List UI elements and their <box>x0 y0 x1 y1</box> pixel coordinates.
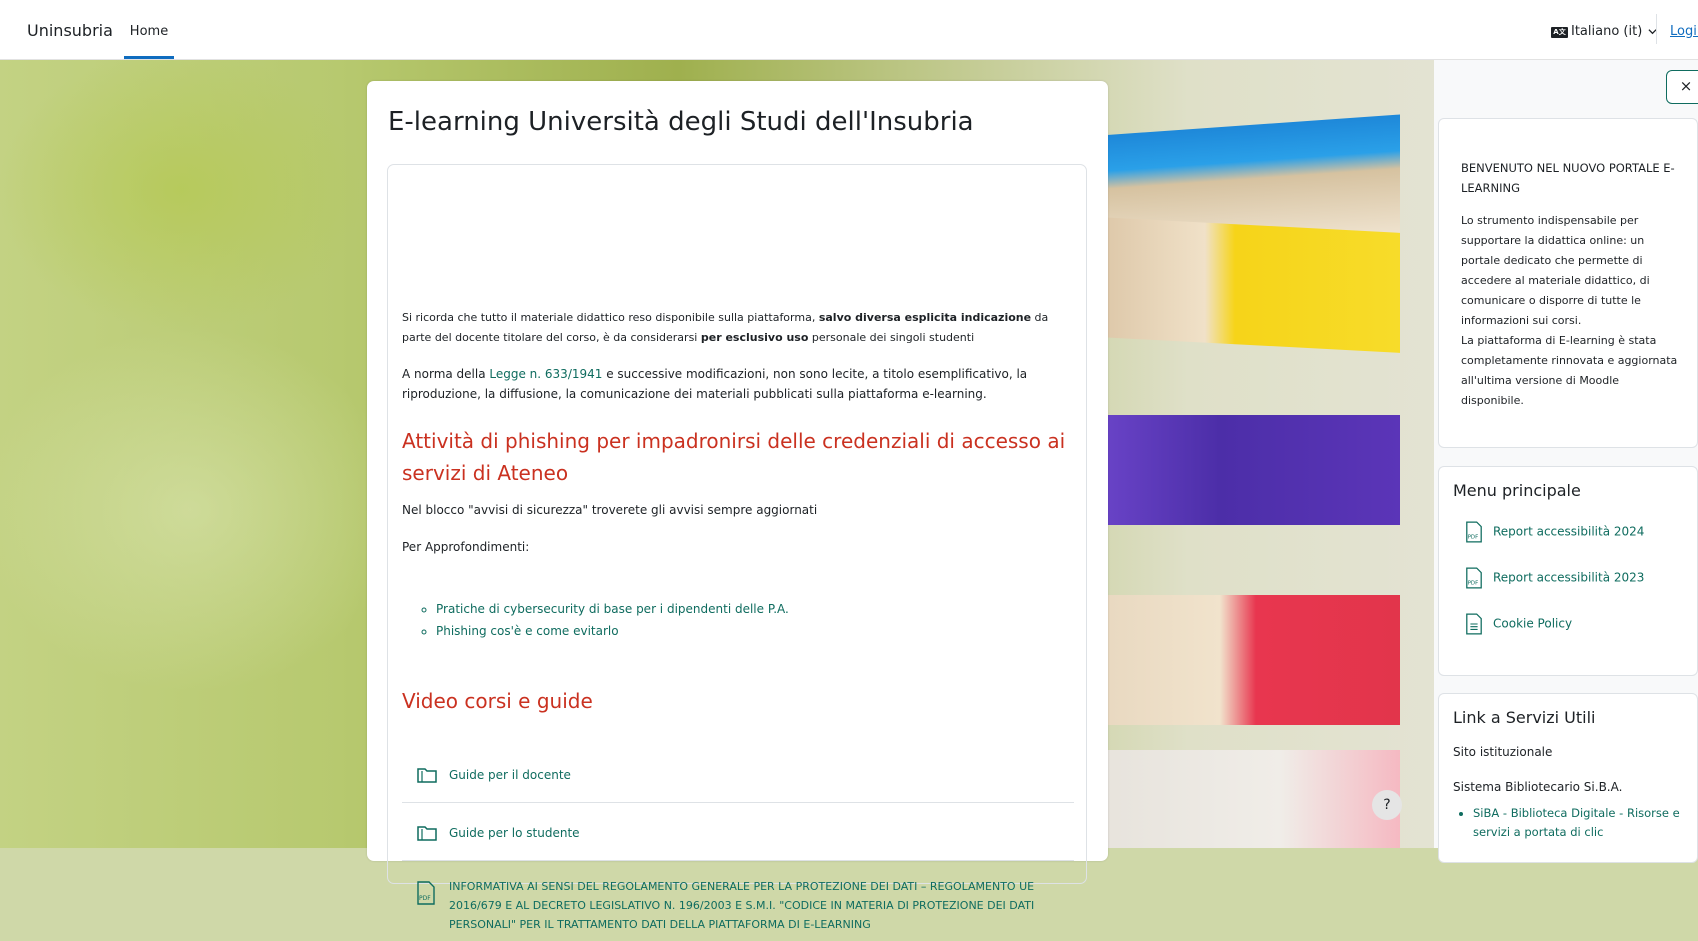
services-block: Link a Servizi Utili Sito istituzionale … <box>1438 693 1698 863</box>
pencil-decoration <box>1100 217 1400 353</box>
pencil-decoration <box>1100 595 1400 725</box>
activity-label: Guide per il docente <box>449 768 571 782</box>
site-brand[interactable]: Uninsubria <box>27 21 113 40</box>
svg-text:PDF: PDF <box>419 895 431 902</box>
activity-guide-docente[interactable]: Guide per il docente <box>402 745 1074 803</box>
language-icon: A文 <box>1551 27 1568 38</box>
main-menu-title: Menu principale <box>1453 481 1581 500</box>
menu-item-report-2024[interactable]: PDF Report accessibilità 2024 <box>1465 521 1644 543</box>
copyright-paragraph: A norma della Legge n. 633/1941 e succes… <box>402 367 1028 401</box>
law-link[interactable]: Legge n. 633/1941 <box>489 367 602 381</box>
top-navbar: Uninsubria Home A文Italiano (it) Login <box>0 0 1698 60</box>
pdf-icon: PDF <box>1466 567 1482 589</box>
nav-home-tab[interactable]: Home <box>124 0 174 59</box>
main-content-card: E-learning Università degli Studi dell'I… <box>367 81 1108 931</box>
page-title: E-learning Università degli Studi dell'I… <box>388 107 974 137</box>
services-title: Link a Servizi Utili <box>1453 708 1596 727</box>
resource-links: Pratiche di cybersecurity di base per i … <box>402 598 789 642</box>
content-section: Si ricorda che tutto il materiale didatt… <box>387 164 1087 931</box>
folder-icon <box>417 768 437 783</box>
welcome-block: BENVENUTO NEL NUOVO PORTALE E-LEARNING L… <box>1438 118 1698 448</box>
pencil-decoration <box>1100 750 1400 848</box>
services-list: SiBA - Biblioteca Digitale - Risorse e s… <box>1453 804 1683 842</box>
notice-paragraph: Si ricorda che tutto il materiale didatt… <box>402 311 1049 344</box>
institutional-site-link[interactable]: Sito istituzionale <box>1453 745 1552 759</box>
svg-text:PDF: PDF <box>1468 534 1478 540</box>
svg-text:PDF: PDF <box>1468 580 1478 586</box>
library-system-label: Sistema Bibliotecario Si.B.A. <box>1453 780 1623 794</box>
welcome-title: BENVENUTO NEL NUOVO PORTALE E-LEARNING <box>1461 161 1675 195</box>
navbar-divider <box>1656 14 1657 44</box>
close-drawer-button[interactable]: × <box>1666 70 1698 104</box>
main-menu-block: Menu principale PDF Report accessibilità … <box>1438 466 1698 676</box>
folder-icon <box>417 826 437 841</box>
menu-item-cookie-policy[interactable]: Cookie Policy <box>1465 613 1572 635</box>
language-label: Italiano (it) <box>1571 24 1643 39</box>
security-paragraph: Nel blocco "avvisi di sicurezza" trovere… <box>402 503 818 517</box>
activity-guide-studente[interactable]: Guide per lo studente <box>402 803 1074 861</box>
welcome-text: Lo strumento indispensabile per supporta… <box>1461 214 1678 407</box>
list-item[interactable]: SiBA - Biblioteca Digitale - Risorse e s… <box>1473 804 1683 842</box>
pencil-decoration <box>1100 415 1400 525</box>
video-heading: Video corsi e guide <box>402 689 593 713</box>
pdf-icon: PDF <box>1466 521 1482 543</box>
help-button[interactable]: ? <box>1372 790 1402 820</box>
phishing-heading: Attività di phishing per impadronirsi de… <box>402 429 1066 485</box>
further-reading-label: Per Approfondimenti: <box>402 540 530 554</box>
pdf-icon: PDF <box>417 881 435 905</box>
language-selector[interactable]: A文 Italiano (it) <box>1551 24 1657 39</box>
list-item[interactable]: Pratiche di cybersecurity di base per i … <box>436 598 789 620</box>
activity-label: Guide per lo studente <box>449 826 580 840</box>
login-link[interactable]: Login <box>1670 24 1698 39</box>
document-icon <box>1466 613 1482 635</box>
menu-item-report-2023[interactable]: PDF Report accessibilità 2023 <box>1465 567 1644 589</box>
activity-label: INFORMATIVA AI SENSI DEL REGOLAMENTO GEN… <box>449 880 1035 931</box>
list-item[interactable]: Phishing cos'è e come evitarlo <box>436 620 789 642</box>
activity-privacy-pdf[interactable]: PDF INFORMATIVA AI SENSI DEL REGOLAMENTO… <box>402 861 1074 941</box>
